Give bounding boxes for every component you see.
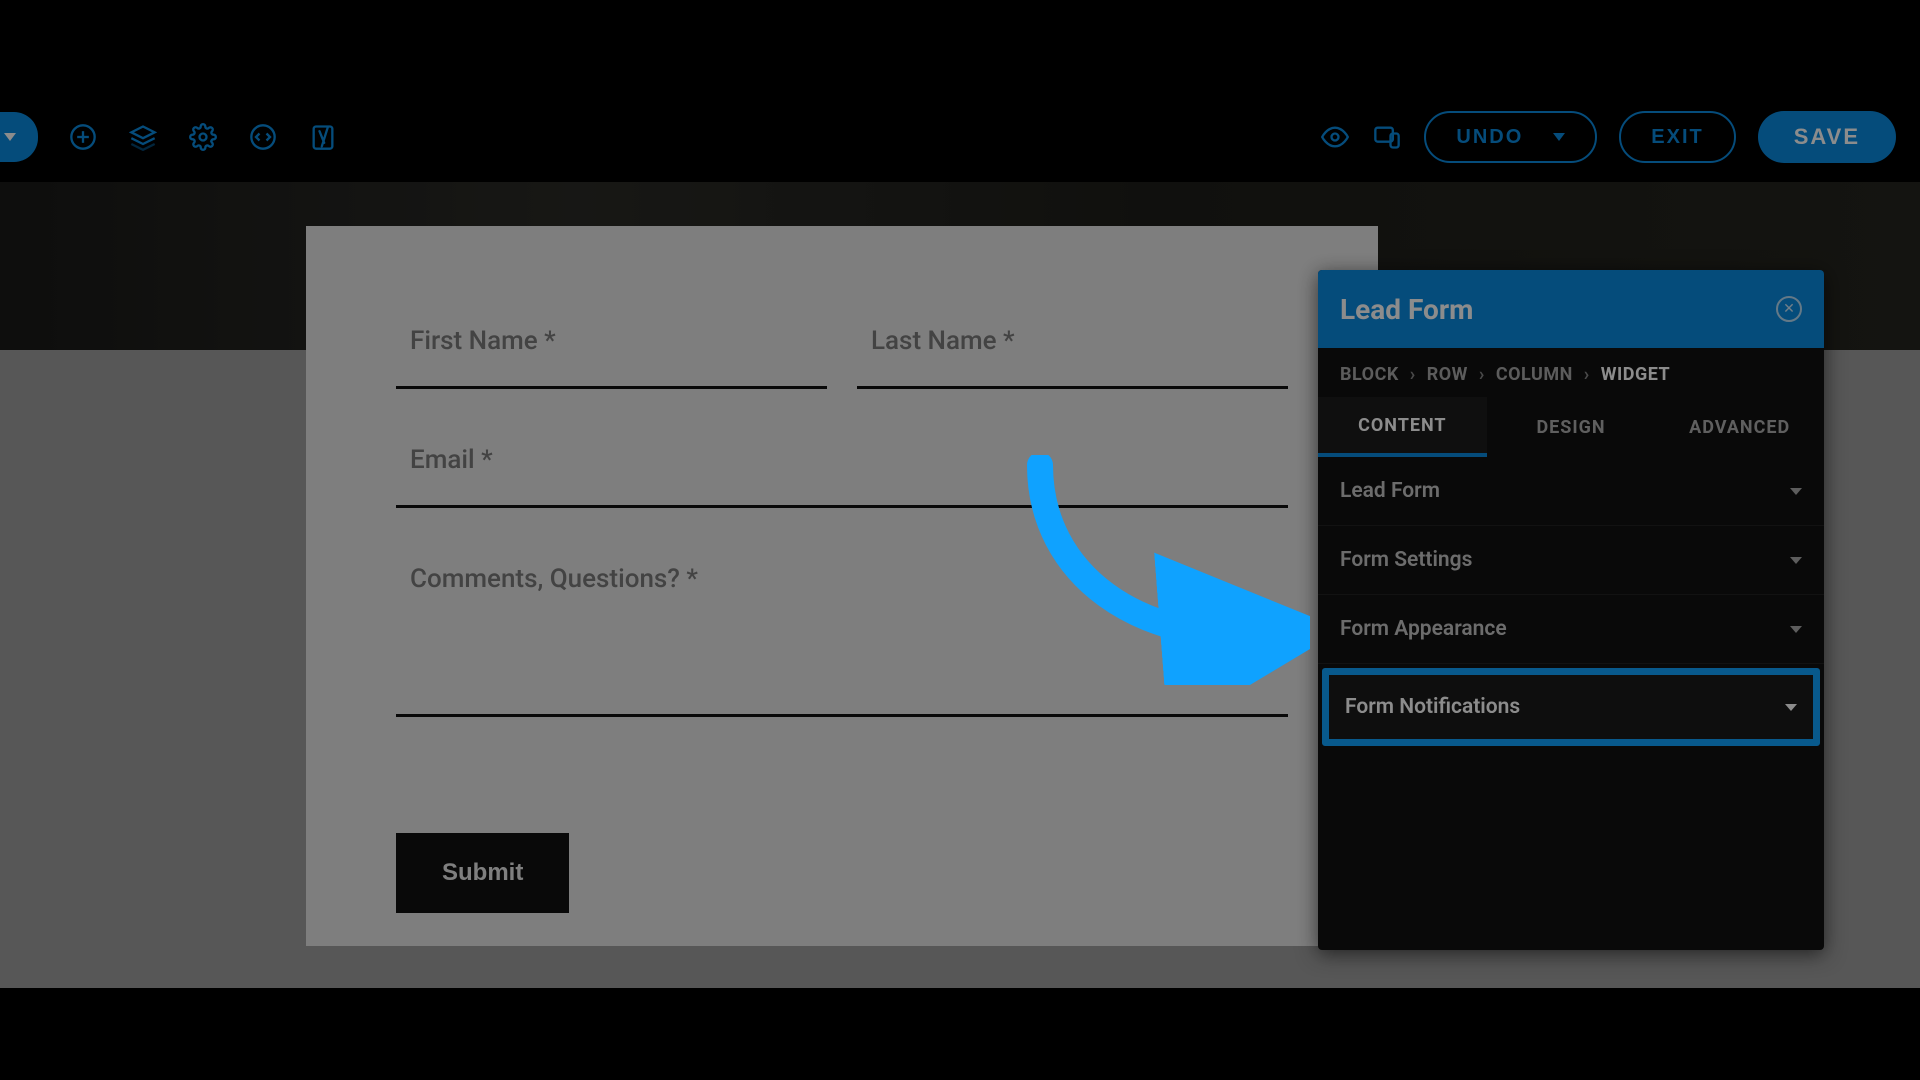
gear-icon[interactable]	[188, 122, 218, 152]
breadcrumb-row[interactable]: ROW	[1427, 364, 1468, 385]
accordion: Lead Form Form Settings Form Appearance …	[1318, 457, 1824, 950]
chevron-down-icon	[4, 133, 16, 141]
submit-button[interactable]: Submit	[396, 833, 569, 913]
chevron-right-icon: ›	[1584, 364, 1590, 385]
tab-content-label: CONTENT	[1358, 415, 1447, 436]
chevron-down-icon	[1790, 557, 1802, 564]
first-name-label: First Name *	[396, 326, 827, 389]
section-form-appearance[interactable]: Form Appearance	[1318, 595, 1824, 664]
first-name-field[interactable]: First Name *	[396, 326, 827, 389]
email-field[interactable]: Email *	[396, 445, 1288, 508]
tab-content[interactable]: CONTENT	[1318, 397, 1487, 457]
undo-label: UNDO	[1456, 126, 1523, 149]
save-button[interactable]: SAVE	[1758, 111, 1896, 163]
lead-form-widget[interactable]: First Name * Last Name * Email * Comment…	[306, 226, 1378, 946]
panel-tabs: CONTENT DESIGN ADVANCED	[1318, 397, 1824, 457]
email-label: Email *	[396, 445, 1288, 508]
chevron-right-icon: ›	[1479, 364, 1485, 385]
chevron-down-icon	[1790, 626, 1802, 633]
tab-design[interactable]: DESIGN	[1487, 397, 1656, 457]
form-row-comments: Comments, Questions? *	[396, 564, 1288, 717]
last-name-field[interactable]: Last Name *	[857, 326, 1288, 389]
save-label: SAVE	[1794, 124, 1860, 149]
panel-header: Lead Form ✕	[1318, 270, 1824, 348]
comments-label: Comments, Questions? *	[396, 564, 1288, 717]
code-icon[interactable]	[248, 122, 278, 152]
close-icon[interactable]: ✕	[1776, 296, 1802, 322]
letterbox-bottom	[0, 988, 1920, 1080]
chevron-down-icon	[1553, 133, 1565, 141]
breadcrumb-widget[interactable]: WIDGET	[1601, 364, 1670, 385]
exit-label: EXIT	[1651, 126, 1703, 149]
section-form-notifications-label: Form Notifications	[1345, 695, 1520, 719]
section-form-appearance-label: Form Appearance	[1340, 617, 1507, 641]
panel-title: Lead Form	[1340, 293, 1473, 326]
add-icon[interactable]	[68, 122, 98, 152]
last-name-label: Last Name *	[857, 326, 1288, 389]
submit-label: Submit	[442, 859, 523, 886]
tab-advanced[interactable]: ADVANCED	[1655, 397, 1824, 457]
devices-icon[interactable]	[1372, 122, 1402, 152]
section-form-settings[interactable]: Form Settings	[1318, 526, 1824, 595]
editor-stage: CT	[0, 92, 1920, 988]
section-form-settings-label: Form Settings	[1340, 548, 1472, 572]
exit-button[interactable]: EXIT	[1619, 111, 1735, 163]
widget-settings-panel: Lead Form ✕ BLOCK › ROW › COLUMN › WIDGE…	[1318, 270, 1824, 950]
chevron-right-icon: ›	[1410, 364, 1416, 385]
form-row-email: Email *	[396, 445, 1288, 508]
section-lead-form-label: Lead Form	[1340, 479, 1440, 503]
comments-field[interactable]: Comments, Questions? *	[396, 564, 1288, 717]
tab-advanced-label: ADVANCED	[1689, 417, 1790, 438]
tab-design-label: DESIGN	[1536, 417, 1605, 438]
breadcrumb-column[interactable]: COLUMN	[1496, 364, 1573, 385]
form-row-name: First Name * Last Name *	[396, 326, 1288, 389]
toolbar-left: CT	[0, 112, 338, 162]
layers-icon[interactable]	[128, 122, 158, 152]
yoast-icon[interactable]	[308, 122, 338, 152]
chevron-down-icon	[1790, 488, 1802, 495]
undo-button[interactable]: UNDO	[1424, 111, 1597, 163]
toolbar-right: UNDO EXIT SAVE	[1320, 111, 1896, 163]
top-toolbar: CT	[0, 92, 1920, 182]
letterbox-top	[0, 0, 1920, 92]
breadcrumb-block[interactable]: BLOCK	[1340, 364, 1399, 385]
section-lead-form[interactable]: Lead Form	[1318, 457, 1824, 526]
page-select-dropdown[interactable]: CT	[0, 112, 38, 162]
section-form-notifications[interactable]: Form Notifications	[1329, 675, 1813, 739]
eye-icon[interactable]	[1320, 122, 1350, 152]
breadcrumb: BLOCK › ROW › COLUMN › WIDGET	[1318, 348, 1824, 397]
section-highlight: Form Notifications	[1318, 664, 1824, 750]
chevron-down-icon	[1785, 704, 1797, 711]
